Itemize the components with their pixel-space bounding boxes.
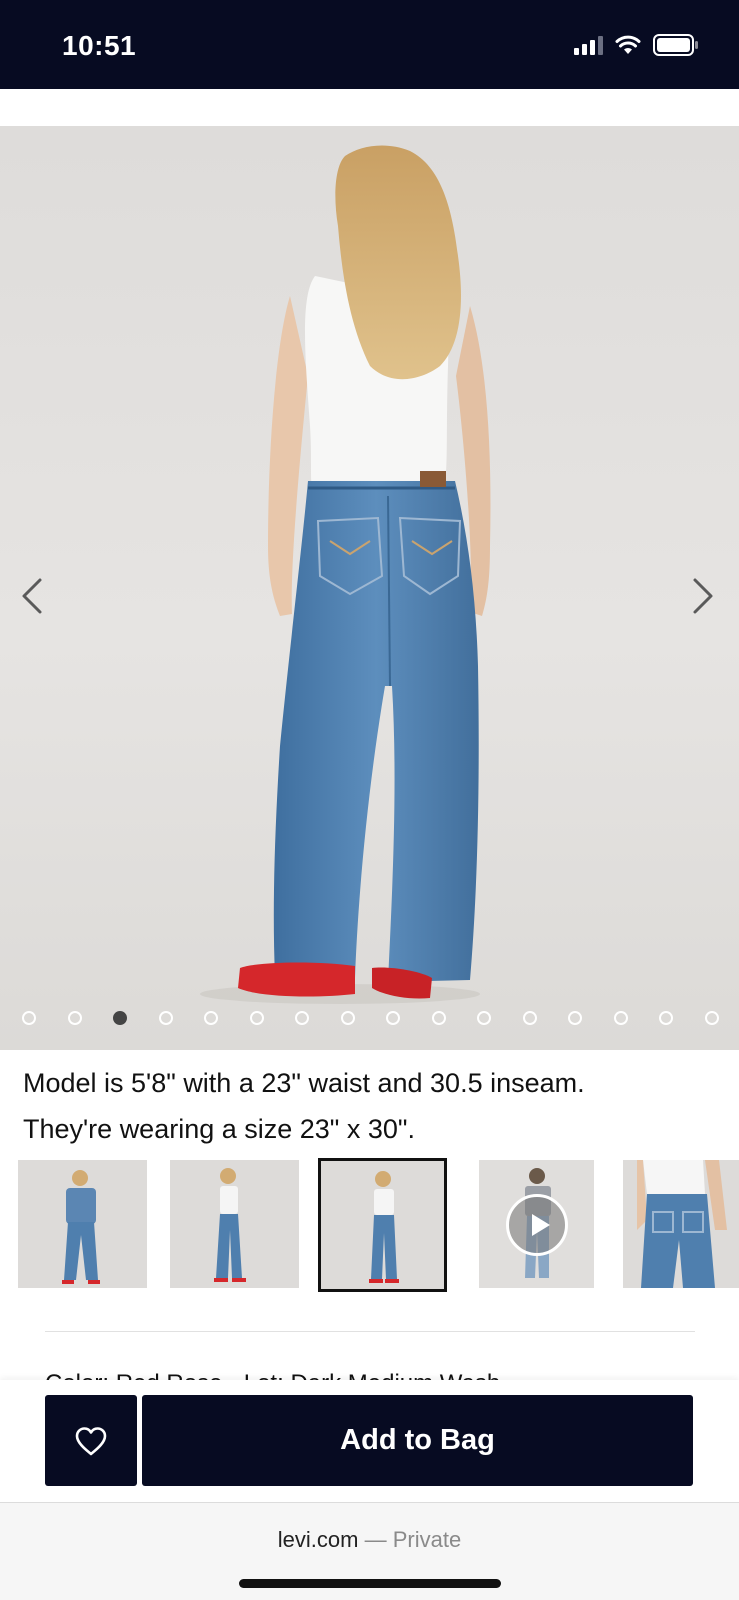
browser-url[interactable]: levi.com — Private <box>0 1527 739 1553</box>
browser-address-bar[interactable]: levi.com — Private <box>0 1502 739 1600</box>
model-fit-caption: Model is 5'8" with a 23" waist and 30.5 … <box>23 1060 723 1152</box>
carousel-dot-15[interactable] <box>659 1011 673 1025</box>
wishlist-button[interactable] <box>45 1395 137 1486</box>
play-icon[interactable] <box>506 1194 568 1256</box>
carousel-dot-5[interactable] <box>204 1011 218 1025</box>
carousel-dot-3[interactable] <box>113 1011 127 1025</box>
home-indicator[interactable] <box>239 1579 501 1588</box>
thumbnail-5[interactable] <box>623 1160 739 1288</box>
caption-line-2: They're wearing a size 23" x 30". <box>23 1114 416 1144</box>
product-image-carousel[interactable] <box>0 126 739 1050</box>
thumbnail-3-selected[interactable] <box>318 1158 447 1292</box>
carousel-dot-13[interactable] <box>568 1011 582 1025</box>
thumbnail-4-video[interactable] <box>479 1160 594 1288</box>
status-time: 10:51 <box>62 30 137 61</box>
private-mode-label: Private <box>392 1527 462 1552</box>
carousel-dot-4[interactable] <box>158 1011 173 1025</box>
thumbnail-1[interactable] <box>18 1160 147 1288</box>
carousel-dot-8[interactable] <box>340 1011 355 1025</box>
url-domain: levi.com <box>277 1527 359 1552</box>
carousel-dot-10[interactable] <box>431 1011 446 1025</box>
cellular-signal-icon <box>574 35 603 55</box>
carousel-dot-2[interactable] <box>67 1011 82 1025</box>
carousel-pagination-dots <box>0 1011 739 1031</box>
status-bar: 10:51 <box>0 0 739 89</box>
carousel-dot-12[interactable] <box>522 1011 537 1025</box>
section-divider <box>45 1331 695 1332</box>
carousel-dot-11[interactable] <box>477 1011 491 1025</box>
sticky-action-bar: Add to Bag <box>0 1380 739 1502</box>
product-photo-model-back-view <box>200 145 491 1004</box>
add-to-bag-button[interactable]: Add to Bag <box>142 1395 693 1486</box>
carousel-dot-1[interactable] <box>22 1011 36 1025</box>
carousel-dot-6[interactable] <box>249 1011 264 1025</box>
carousel-dot-7[interactable] <box>295 1011 309 1025</box>
chevron-left-icon[interactable] <box>10 566 54 626</box>
carousel-dot-14[interactable] <box>613 1011 628 1025</box>
url-separator: — <box>364 1527 387 1552</box>
carousel-dot-16[interactable] <box>704 1011 719 1025</box>
carousel-dot-9[interactable] <box>386 1011 400 1025</box>
wifi-icon <box>615 35 641 54</box>
chevron-right-icon[interactable] <box>681 566 725 626</box>
thumbnail-2[interactable] <box>170 1160 299 1288</box>
status-icons <box>574 34 699 56</box>
heart-icon <box>75 1426 107 1455</box>
battery-icon <box>653 34 698 56</box>
thumbnail-strip[interactable] <box>0 1158 739 1292</box>
page-top-spacer <box>0 89 739 126</box>
caption-line-1: Model is 5'8" with a 23" waist and 30.5 … <box>23 1068 585 1098</box>
